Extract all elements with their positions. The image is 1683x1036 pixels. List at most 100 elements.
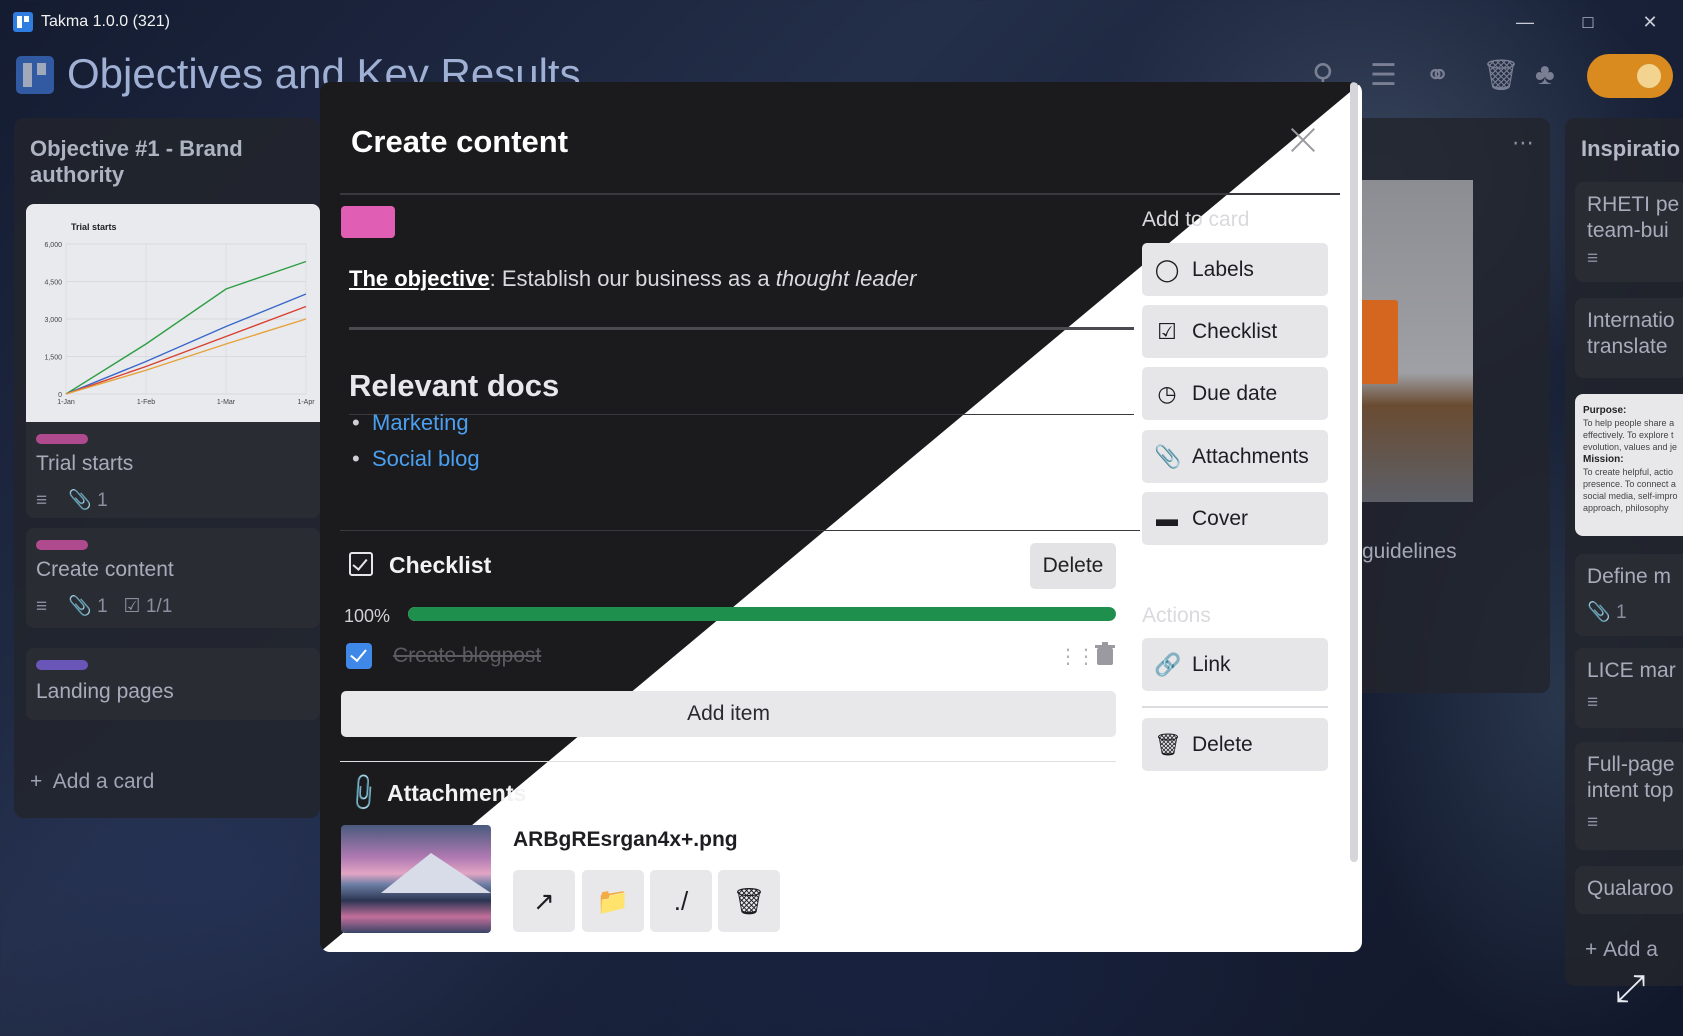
open-folder-icon[interactable]: 📁 xyxy=(582,870,644,932)
modal-scrollbar[interactable] xyxy=(1350,82,1358,862)
card-description[interactable]: The objective: Establish our business as… xyxy=(349,266,916,292)
delete-checklist-button[interactable]: Delete xyxy=(1030,543,1116,589)
card-rheti[interactable]: RHETI pe team-bui ≡ xyxy=(1575,182,1683,282)
delete-card-button[interactable]: 🗑 Delete xyxy=(1142,718,1328,771)
cover-button[interactable]: ▬ Cover xyxy=(1142,492,1328,545)
description-icon: ≡ xyxy=(36,490,48,511)
trash-icon[interactable]: 🗑 xyxy=(1482,58,1520,93)
card-meta: ≡ 📎 1 ☑ 1/1 xyxy=(36,594,172,618)
divider xyxy=(340,530,1140,531)
card-full-page[interactable]: Full-page intent top ≡ xyxy=(1575,742,1683,850)
attachment-filename: ARBgREsrgan4x+.png xyxy=(513,828,738,851)
expand-icon[interactable]: ⤢ xyxy=(1615,968,1657,1010)
add-item-button[interactable]: Add item xyxy=(341,691,1116,737)
card-title: Internatio translate xyxy=(1587,309,1675,358)
close-icon[interactable] xyxy=(1285,122,1321,158)
add-card-button[interactable]: + Add a card xyxy=(30,770,154,794)
delete-attachment-icon[interactable]: 🗑 xyxy=(718,870,780,932)
x-tick-label: 1-Feb xyxy=(137,399,155,406)
actions-heading: Actions xyxy=(1142,604,1211,627)
divider xyxy=(1142,706,1328,708)
maximize-icon[interactable]: □ xyxy=(1573,8,1603,36)
attachment-count: 1 xyxy=(97,490,108,511)
checklist-button[interactable]: ☑ Checklist xyxy=(1142,305,1328,358)
objective-link[interactable]: The objective xyxy=(349,266,490,291)
divider xyxy=(340,761,1116,762)
checklist-item-text[interactable]: Create blogpost xyxy=(393,644,541,668)
plus-icon: + xyxy=(30,770,43,793)
checklist-icon xyxy=(349,552,373,576)
doc-link-social-blog[interactable]: Social blog xyxy=(352,446,480,472)
close-window-icon[interactable]: ✕ xyxy=(1635,8,1665,36)
checklist-count: 1/1 xyxy=(145,596,173,617)
progress-fill xyxy=(408,607,1116,621)
checklist-item-checkbox[interactable] xyxy=(346,643,372,669)
board-logo-icon xyxy=(16,56,54,94)
card-title[interactable]: guidelines xyxy=(1362,540,1457,564)
link-icon: 🔗 xyxy=(1154,652,1182,677)
x-tick-label: 1-Mar xyxy=(217,399,236,406)
card-trial-starts[interactable]: Trial starts ≡ 📎 1 xyxy=(26,422,320,518)
card-title: Create content xyxy=(36,558,174,581)
series-line-2 xyxy=(65,305,307,395)
attachments-button[interactable]: 📎 Attachments xyxy=(1142,430,1328,483)
card-detail-modal: Create content The objective: Establish … xyxy=(320,82,1362,952)
paperclip-icon: 📎 xyxy=(1154,444,1182,469)
drag-handle-icon[interactable]: ⋮⋮ xyxy=(1058,644,1096,669)
photo-cup xyxy=(1360,300,1398,384)
x-tick-label: 1-Apr xyxy=(297,399,315,406)
labels-button[interactable]: ◯ Labels xyxy=(1142,243,1328,296)
list-inspiration: Inspiratio RHETI pe team-bui ≡ Internatio… xyxy=(1565,118,1683,986)
series-line-1 xyxy=(65,293,307,395)
card-title: LICE mar xyxy=(1587,659,1676,682)
doc-link-marketing[interactable]: Marketing xyxy=(352,410,469,436)
checklist-percent: 100% xyxy=(344,606,391,626)
attachment-thumbnail[interactable] xyxy=(341,825,491,933)
card-meta: 📎 1 xyxy=(1587,602,1627,623)
cover-icon: ▬ xyxy=(1156,506,1178,531)
attachment-count: 1 xyxy=(97,596,108,617)
chart-title: Trial starts xyxy=(71,222,117,232)
card-label xyxy=(36,434,88,444)
trash-icon[interactable] xyxy=(1094,642,1116,666)
translate-icon[interactable]: ♣ xyxy=(1535,58,1555,92)
x-tick-label: 1-Jan xyxy=(57,399,75,406)
card-title: Trial starts xyxy=(36,452,134,475)
card-create-content[interactable]: Create content ≡ 📎 1 ☑ 1/1 xyxy=(26,528,320,628)
relevant-docs-heading: Relevant docs xyxy=(349,368,560,403)
link-icon[interactable]: ⚭ xyxy=(1425,58,1450,93)
minimize-icon[interactable]: — xyxy=(1510,8,1540,36)
y-tick-label: 6,000 xyxy=(44,242,62,249)
tag-icon: ◯ xyxy=(1154,257,1180,282)
card-label xyxy=(36,540,88,550)
due-date-button[interactable]: ◷ Due date xyxy=(1142,367,1328,420)
relative-path-button[interactable]: ./ xyxy=(650,870,712,932)
card-meta: ≡ 📎 1 xyxy=(36,488,108,512)
description-icon: ≡ xyxy=(1587,248,1599,269)
card-define[interactable]: Define m 📎 1 xyxy=(1575,554,1683,636)
card-cover-chart: Trial starts 0 1,500 3,000 4,500 6,000 1-Jan 1-… xyxy=(26,204,320,422)
clock-icon: ◷ xyxy=(1157,381,1177,406)
add-card-button[interactable]: + Add a xyxy=(1585,938,1658,962)
divider xyxy=(349,327,1134,330)
window-titlebar: Takma 1.0.0 (321) — □ ✕ xyxy=(0,0,1683,44)
modal-title[interactable]: Create content xyxy=(351,124,568,160)
card-landing-pages[interactable]: Landing pages xyxy=(26,648,320,720)
theme-toggle[interactable] xyxy=(1587,54,1673,98)
checklist-icon: ☑ xyxy=(123,596,141,617)
card-label-swatch[interactable] xyxy=(341,206,395,238)
paperclip-icon: 📎 xyxy=(341,770,386,815)
open-external-icon[interactable]: ↗ xyxy=(513,870,575,932)
filter-icon[interactable]: ☰ xyxy=(1370,58,1397,93)
card-cover-purpose[interactable]: Purpose: To help people share a effectiv… xyxy=(1575,394,1683,536)
checklist-heading: Checklist xyxy=(389,552,492,578)
card-lice[interactable]: LICE mar ≡ xyxy=(1575,648,1683,728)
list-title: Objective #1 - Brand authority xyxy=(30,136,243,187)
window-title: Takma 1.0.0 (321) xyxy=(41,13,170,30)
list-title: Inspiratio xyxy=(1581,136,1681,161)
plus-icon: + xyxy=(1585,938,1598,961)
card-qualaroo[interactable]: Qualaroo xyxy=(1575,866,1683,914)
list-menu-icon[interactable]: ⋯ xyxy=(1512,130,1534,156)
link-button[interactable]: 🔗 Link xyxy=(1142,638,1328,691)
card-international[interactable]: Internatio translate xyxy=(1575,298,1683,378)
